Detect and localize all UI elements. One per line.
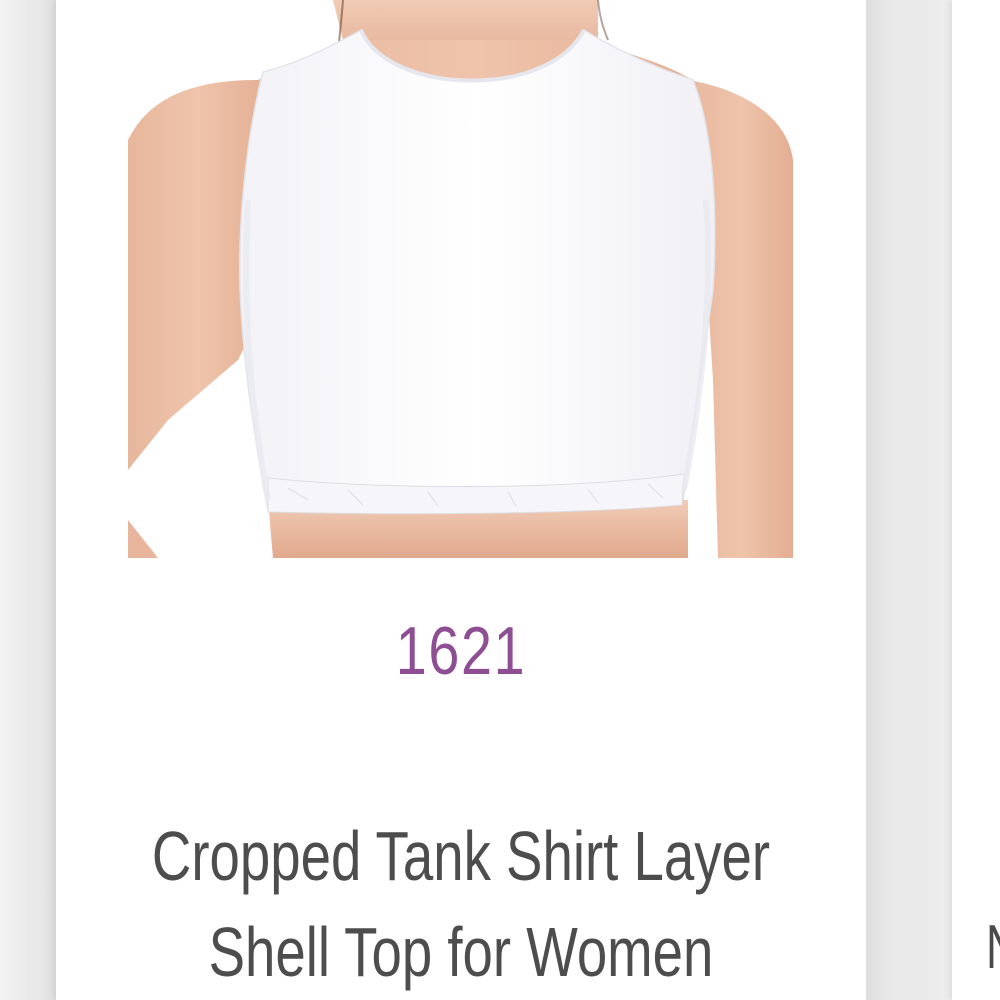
product-title-line-1: Cropped Tank Shirt Layer (151, 817, 771, 895)
next-product-title: N (986, 912, 1000, 983)
next-product-card[interactable]: N (952, 0, 1000, 1000)
product-title[interactable]: Cropped Tank Shirt Layer Shell Top for W… (145, 808, 777, 1000)
product-title-line-2: Shell Top for Women (208, 913, 714, 991)
product-card[interactable]: 1621 Cropped Tank Shirt Layer Shell Top … (56, 0, 866, 1000)
product-image[interactable] (128, 0, 793, 558)
carousel-gap (866, 0, 952, 1000)
product-carousel: 1621 Cropped Tank Shirt Layer Shell Top … (0, 0, 1000, 1000)
product-price: 1621 (395, 613, 527, 689)
carousel-left-gutter (0, 0, 56, 1000)
